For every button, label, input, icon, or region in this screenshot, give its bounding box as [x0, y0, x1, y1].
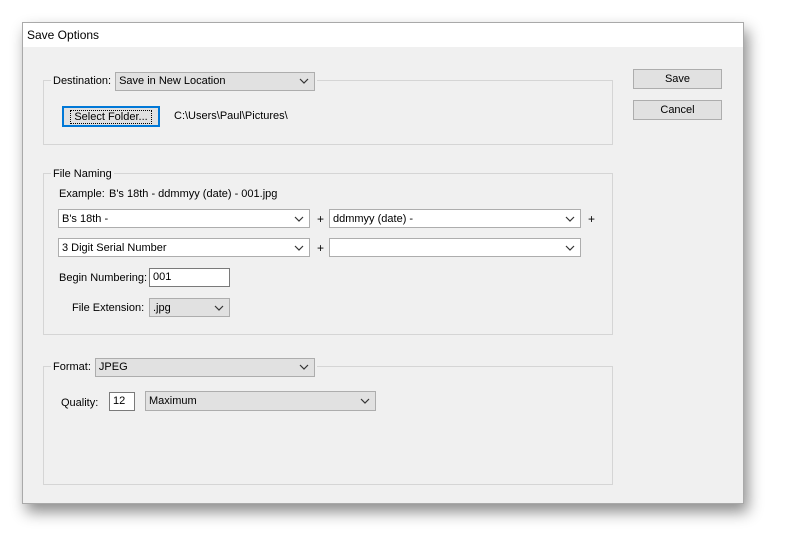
- destination-legend: Destination: Save in New Location: [51, 71, 318, 91]
- window-title: Save Options: [27, 28, 100, 42]
- begin-numbering-input[interactable]: 001: [149, 268, 230, 287]
- plus-sign: +: [317, 241, 325, 255]
- chevron-down-icon: [358, 394, 372, 408]
- destination-path: C:\Users\Paul\Pictures\: [174, 110, 288, 122]
- select-folder-button[interactable]: Select Folder...: [62, 106, 160, 127]
- chevron-down-icon: [563, 241, 577, 255]
- format-label: Format:: [53, 361, 91, 373]
- cancel-button[interactable]: Cancel: [633, 100, 722, 120]
- chevron-down-icon: [563, 212, 577, 226]
- save-button[interactable]: Save: [633, 69, 722, 89]
- naming-field-2-select[interactable]: ddmmyy (date) -: [329, 209, 581, 228]
- file-naming-legend: File Naming: [51, 167, 114, 180]
- naming-field-3-select[interactable]: 3 Digit Serial Number: [58, 238, 310, 257]
- destination-select[interactable]: Save in New Location: [115, 71, 316, 91]
- plus-sign: +: [317, 212, 325, 226]
- quality-preset-select[interactable]: Maximum: [145, 391, 376, 411]
- quality-label: Quality:: [61, 397, 99, 409]
- chevron-down-icon: [297, 360, 311, 374]
- chevron-down-icon: [297, 74, 311, 88]
- chevron-down-icon: [292, 212, 306, 226]
- example-label: Example:: [59, 188, 105, 200]
- begin-numbering-label: Begin Numbering:: [59, 272, 148, 284]
- quality-input[interactable]: 12: [109, 392, 135, 411]
- example-value: B's 18th - ddmmyy (date) - 001.jpg: [109, 188, 278, 200]
- format-legend: Format: JPEG: [51, 357, 317, 377]
- naming-field-4-select[interactable]: [329, 238, 581, 257]
- naming-field-1-select[interactable]: B's 18th -: [58, 209, 310, 228]
- file-extension-select[interactable]: .jpg: [149, 298, 230, 317]
- chevron-down-icon: [292, 241, 306, 255]
- format-select[interactable]: JPEG: [94, 357, 315, 377]
- file-extension-label: File Extension:: [72, 302, 145, 314]
- destination-label: Destination:: [53, 75, 112, 87]
- title-bar: Save Options: [23, 23, 743, 47]
- plus-sign: +: [588, 212, 596, 226]
- format-group: [43, 366, 613, 485]
- save-options-dialog: Save Options Save Cancel Destination: Sa…: [22, 22, 744, 504]
- chevron-down-icon: [212, 301, 226, 315]
